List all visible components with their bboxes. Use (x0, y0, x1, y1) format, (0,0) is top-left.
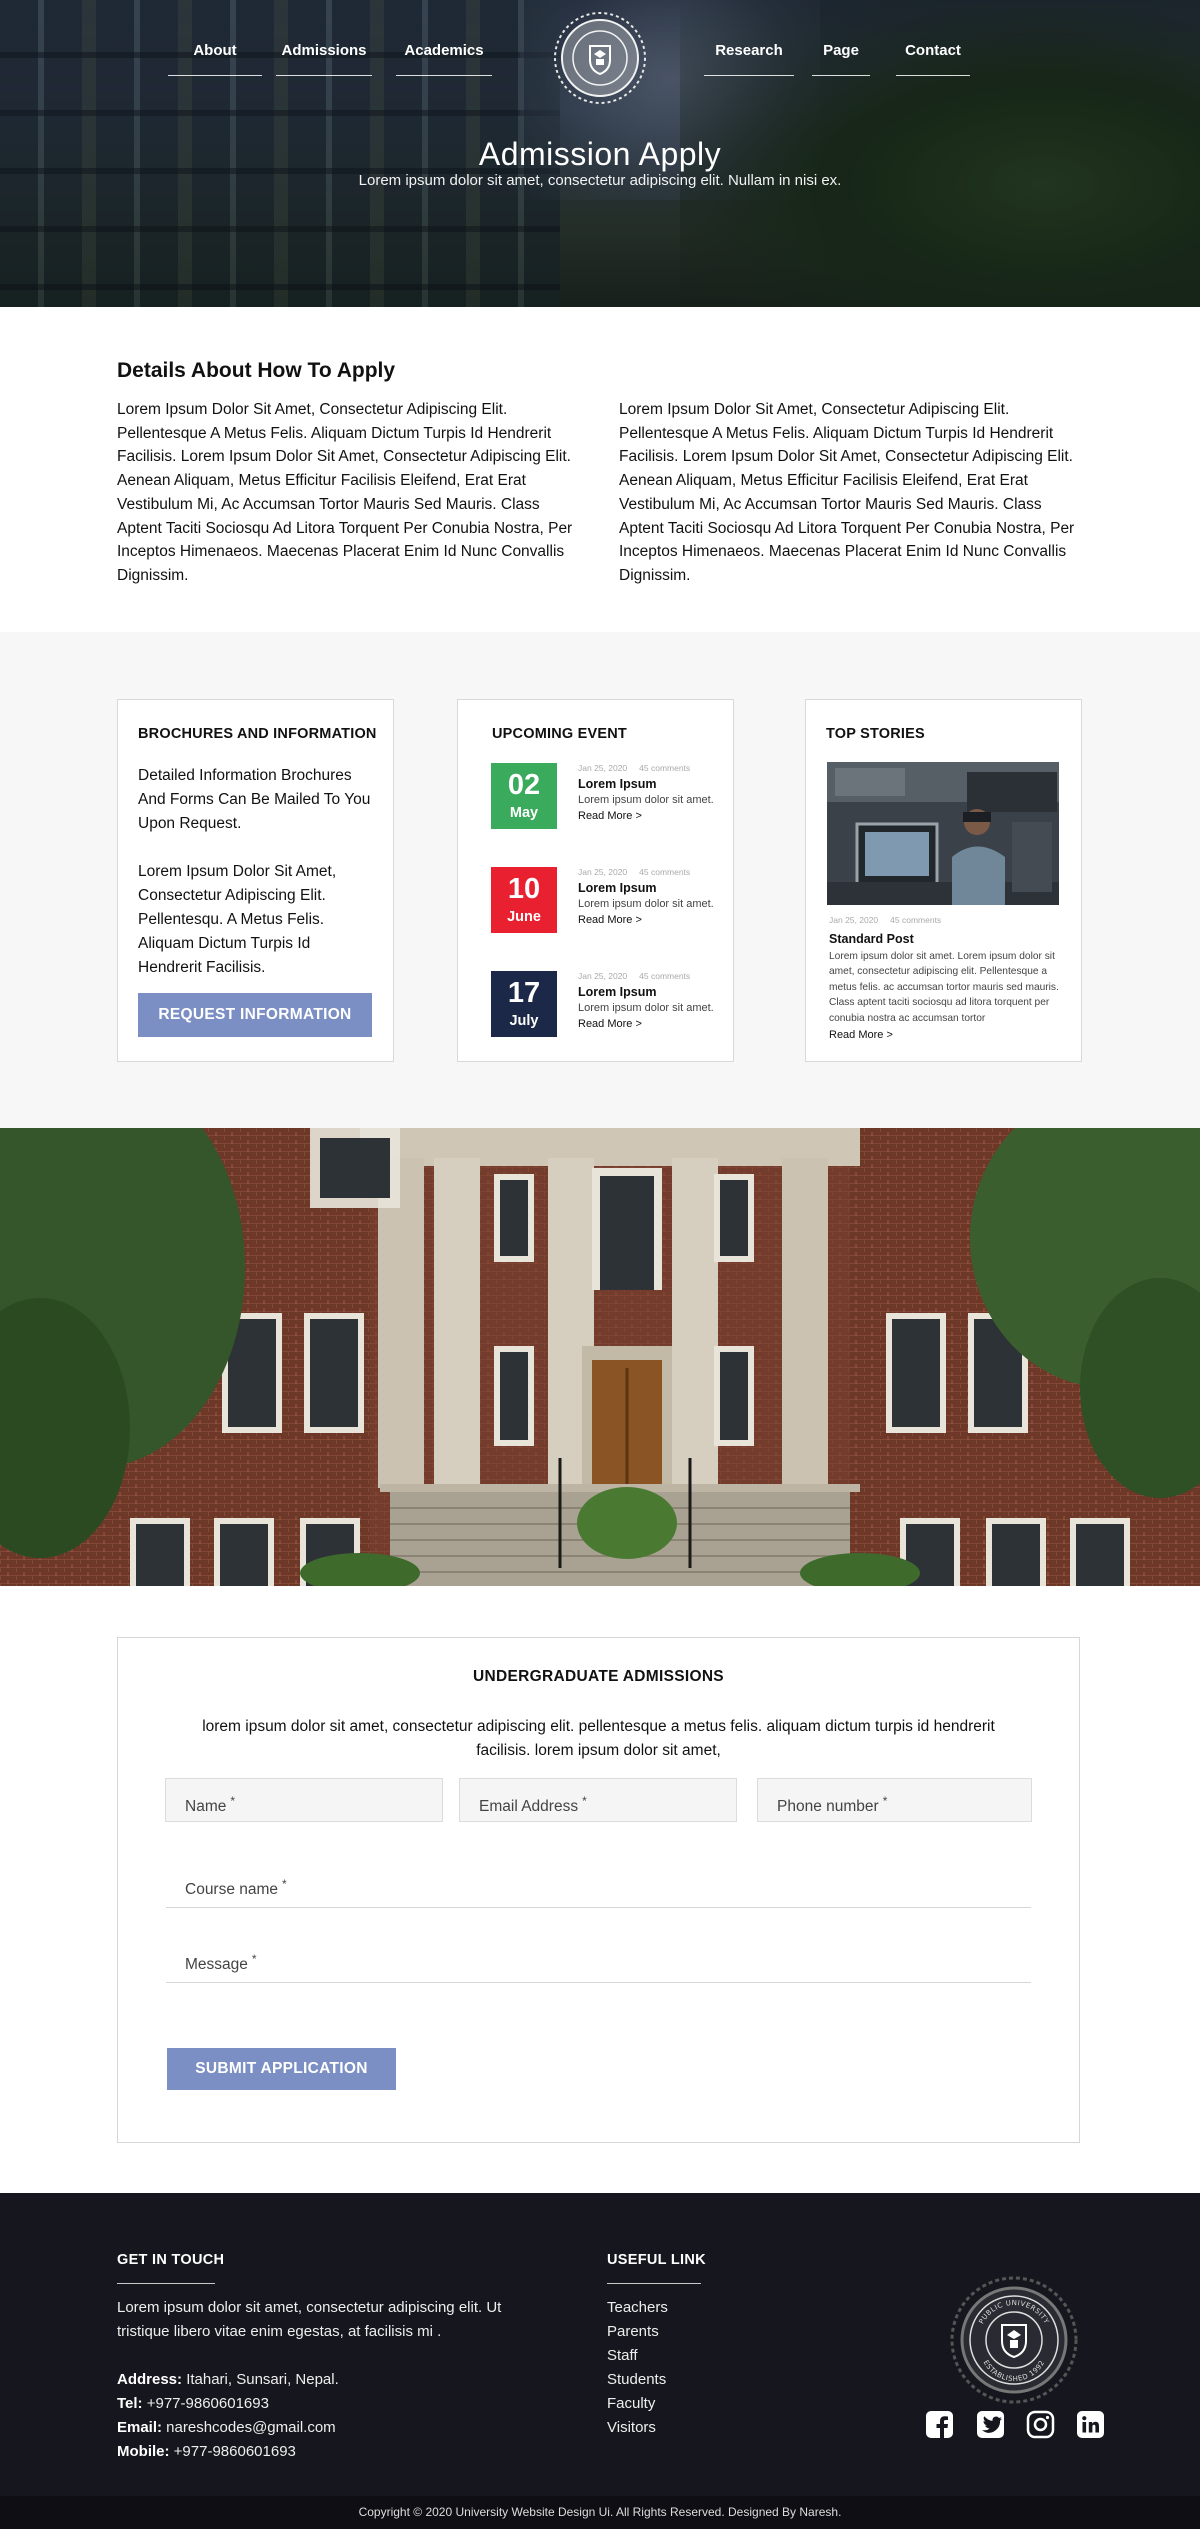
footer: GET IN TOUCH Lorem ipsum dolor sit amet,… (0, 2193, 1200, 2496)
event-read-more-link[interactable]: Read More > (578, 914, 642, 926)
email-field[interactable]: Email Address * (459, 1778, 737, 1822)
twitter-icon[interactable] (976, 2410, 1005, 2439)
details-title: Details About How To Apply (117, 359, 396, 382)
event-meta: Jan 25, 2020 45 comments (578, 867, 691, 877)
story-image[interactable] (827, 762, 1059, 905)
upcoming-event-title: UPCOMING EVENT (492, 726, 627, 742)
footer-contact-title: GET IN TOUCH (117, 2252, 225, 2268)
footer-link-visitors[interactable]: Visitors (607, 2419, 656, 2436)
page-subtitle: Lorem ipsum dolor sit amet, consectetur … (358, 172, 842, 189)
story-meta: Jan 25, 2020 45 comments (829, 915, 942, 925)
event-date-badge: 10 June (491, 867, 557, 933)
story-read-more-link[interactable]: Read More > (829, 1029, 893, 1041)
event-name: Lorem Ipsum (578, 985, 657, 999)
facebook-icon[interactable] (925, 2410, 954, 2439)
upcoming-event-card: UPCOMING EVENT 02 May Jan 25, 2020 45 comm… (457, 699, 734, 1062)
event-description: Lorem ipsum dolor sit amet. (578, 1002, 714, 1014)
admission-form: UNDERGRADUATE ADMISSIONS lorem ipsum dol… (117, 1637, 1080, 2143)
footer-link-students[interactable]: Students (607, 2371, 666, 2388)
instagram-icon[interactable] (1026, 2410, 1055, 2439)
footer-link-staff[interactable]: Staff (607, 2347, 638, 2364)
event-read-more-link[interactable]: Read More > (578, 810, 642, 822)
event-name: Lorem Ipsum (578, 777, 657, 791)
story-title: Standard Post (829, 932, 914, 946)
campus-building-image (0, 1128, 1200, 1586)
footer-link-parents[interactable]: Parents (607, 2323, 659, 2340)
event-item[interactable]: 10 June Jan 25, 2020 45 comments Lorem Ips… (491, 867, 731, 933)
nav-research[interactable]: Research (704, 40, 794, 76)
name-field[interactable]: Name * (165, 1778, 443, 1822)
hero-banner: About Admissions Academics Research Page… (0, 0, 1200, 307)
copyright: Copyright © 2020 University Website Desi… (0, 2496, 1200, 2529)
brochures-description: Lorem Ipsum Dolor Sit Amet, Consectetur … (138, 863, 337, 976)
linkedin-icon[interactable] (1076, 2410, 1105, 2439)
event-item[interactable]: 17 July Jan 25, 2020 45 comments Lorem Ips… (491, 971, 731, 1037)
event-description: Lorem ipsum dolor sit amet. (578, 898, 714, 910)
event-date-badge: 17 July (491, 971, 557, 1037)
event-name: Lorem Ipsum (578, 881, 657, 895)
request-information-button[interactable]: REQUEST INFORMATION (138, 993, 372, 1037)
footer-address: Address: Itahari, Sunsari, Nepal. (117, 2371, 339, 2388)
university-seal-icon[interactable] (552, 10, 648, 106)
footer-link-teachers[interactable]: Teachers (607, 2299, 668, 2316)
event-description: Lorem ipsum dolor sit amet. (578, 794, 714, 806)
event-meta: Jan 25, 2020 45 comments (578, 971, 691, 981)
footer-mobile[interactable]: Mobile: +977-9860601693 (117, 2440, 296, 2464)
event-read-more-link[interactable]: Read More > (578, 1018, 642, 1030)
event-date-badge: 02 May (491, 763, 557, 829)
nav-academics[interactable]: Academics (396, 40, 492, 76)
nav-about[interactable]: About (168, 40, 262, 76)
details-column-left: Lorem Ipsum Dolor Sit Amet, Consectetur … (117, 401, 573, 584)
nav-contact[interactable]: Contact (896, 40, 970, 76)
brochures-card: BROCHURES AND INFORMATION Detailed Infor… (117, 699, 394, 1062)
event-item[interactable]: 02 May Jan 25, 2020 45 comments Lorem Ipsu… (491, 763, 731, 829)
nav-page[interactable]: Page (812, 40, 870, 76)
brochures-title: BROCHURES AND INFORMATION (138, 726, 377, 742)
story-description: Lorem ipsum dolor sit amet. Lorem ipsum … (829, 951, 1059, 1024)
university-seal-icon: PUBLIC UNIVERSITY ESTABLISHED 1992 (950, 2276, 1078, 2404)
form-intro: lorem ipsum dolor sit amet, consectetur … (202, 1718, 995, 1759)
top-stories-card: TOP STORIES Jan 25, 2020 45 comments Stan… (805, 699, 1082, 1062)
footer-contact-text: Lorem ipsum dolor sit amet, consectetur … (117, 2299, 502, 2340)
footer-link-faculty[interactable]: Faculty (607, 2395, 655, 2412)
phone-field[interactable]: Phone number * (757, 1778, 1032, 1822)
course-name-field[interactable]: Course name * (166, 1868, 1031, 1908)
nav-admissions[interactable]: Admissions (276, 40, 372, 76)
event-meta: Jan 25, 2020 45 comments (578, 763, 691, 773)
brochures-text: Detailed Information Brochures And Forms… (138, 767, 371, 832)
message-field[interactable]: Message * (166, 1943, 1031, 1983)
form-title: UNDERGRADUATE ADMISSIONS (473, 1668, 724, 1685)
footer-links-title: USEFUL LINK (607, 2252, 706, 2268)
top-stories-title: TOP STORIES (826, 726, 925, 742)
footer-email[interactable]: Email: nareshcodes@gmail.com (117, 2416, 336, 2440)
submit-application-button[interactable]: SUBMIT APPLICATION (167, 2048, 396, 2090)
footer-tel[interactable]: Tel: +977-9860601693 (117, 2392, 269, 2416)
page-title: Admission Apply (478, 136, 722, 172)
details-column-right: Lorem Ipsum Dolor Sit Amet, Consectetur … (619, 401, 1075, 584)
